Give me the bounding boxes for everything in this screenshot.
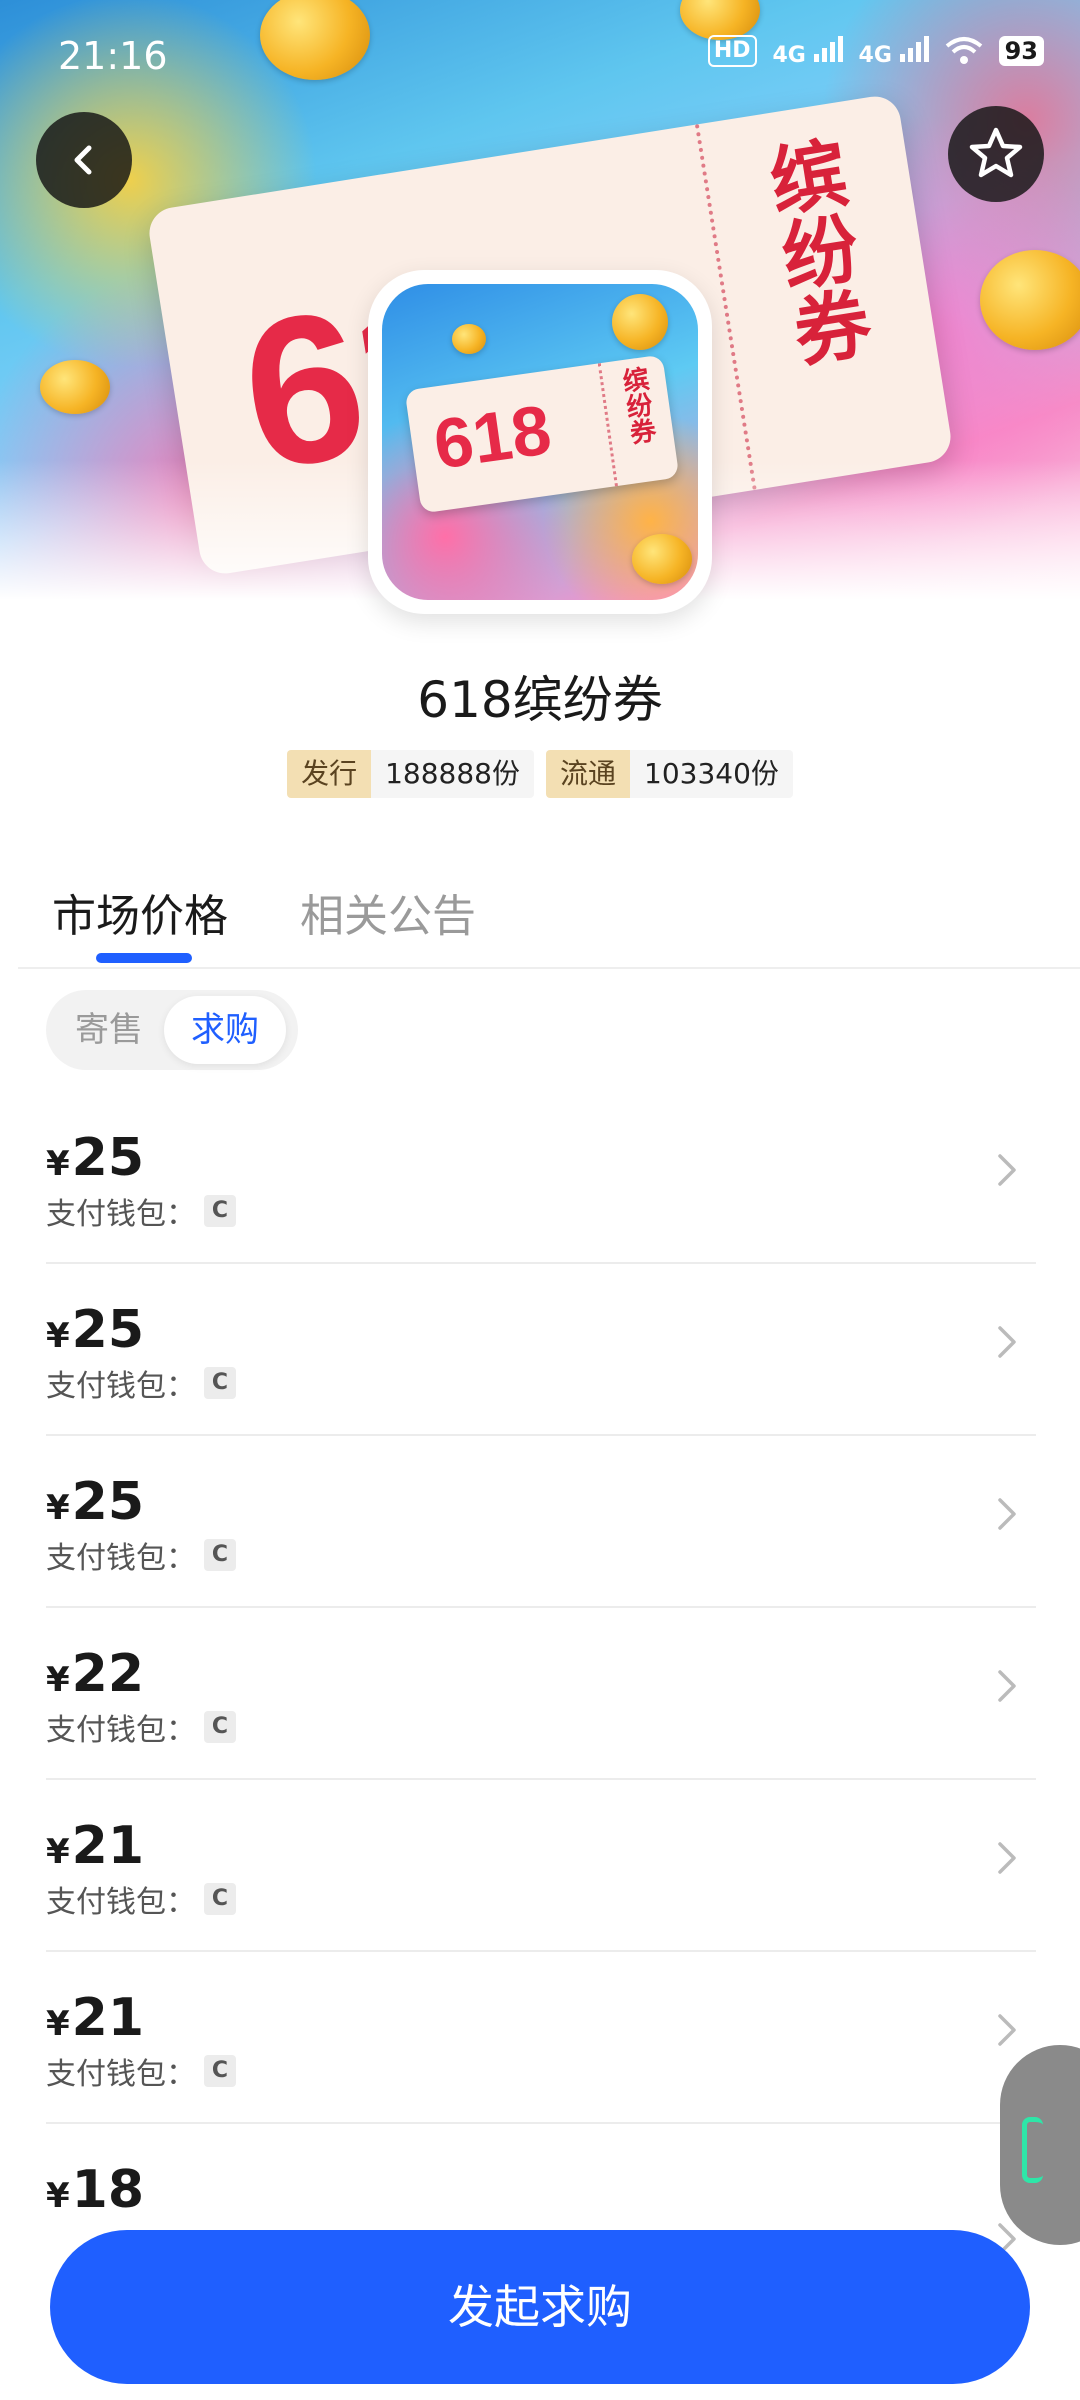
signal-4g-icon: 4G <box>773 34 843 68</box>
status-time: 21:16 <box>58 34 168 78</box>
signal-4g-icon: 4G <box>859 34 929 68</box>
battery-icon: 93 <box>998 36 1044 66</box>
wallet-chip: C <box>204 2055 236 2087</box>
price-value: 21 <box>71 1988 145 2048</box>
list-item[interactable]: ¥25 支付钱包： C <box>46 1436 1036 1608</box>
product-title: 618缤纷券 <box>417 671 663 729</box>
hd-icon: HD <box>707 35 757 67</box>
price-value: 18 <box>71 2160 145 2220</box>
wallet-info: 支付钱包： C <box>46 1705 236 1749</box>
price: ¥18 <box>46 2160 144 2220</box>
currency-symbol: ¥ <box>46 1660 70 1700</box>
price: ¥25 <box>46 1128 144 1188</box>
wallet-info: 支付钱包： C <box>46 1877 236 1921</box>
tabs-divider <box>18 967 1080 969</box>
wallet-label: 支付钱包： <box>46 1885 196 1920</box>
chevron-right-icon <box>998 1498 1016 1530</box>
hero-ticket-stub-text: 缤纷券 <box>751 132 876 372</box>
currency-symbol: ¥ <box>46 2176 70 2216</box>
chevron-right-icon <box>998 1670 1016 1702</box>
logo-ticket-stub-text: 缤纷券 <box>616 364 658 447</box>
product-badges: 发行 188888份 流通 103340份 <box>0 750 1080 798</box>
currency-symbol: ¥ <box>46 1488 70 1528</box>
wallet-info: 支付钱包： C <box>46 1189 236 1233</box>
wifi-icon <box>945 37 982 64</box>
wallet-label: 支付钱包： <box>46 1197 196 1232</box>
list-item[interactable]: ¥25 支付钱包： C <box>46 1092 1036 1264</box>
list-item[interactable]: ¥22 支付钱包： C <box>46 1608 1036 1780</box>
coin-decoration <box>260 0 370 80</box>
price-value: 25 <box>71 1472 145 1532</box>
product-logo-image: 618 缤纷券 <box>382 284 698 600</box>
tab-announcements[interactable]: 相关公告 <box>300 880 476 942</box>
circulation-badge: 流通 103340份 <box>546 750 793 798</box>
star-outline-icon <box>969 127 1023 178</box>
hero-ticket-stub: 缤纷券 <box>694 92 955 491</box>
list-item[interactable]: ¥21 支付钱包： C <box>46 1780 1036 1952</box>
badge-key: 发行 <box>287 750 372 798</box>
price: ¥25 <box>46 1300 144 1360</box>
wallet-label: 支付钱包： <box>46 2057 196 2092</box>
network-type-label: 4G <box>858 43 892 68</box>
currency-symbol: ¥ <box>46 1144 70 1184</box>
price: ¥21 <box>46 1988 144 2048</box>
price: ¥22 <box>46 1644 144 1704</box>
wallet-chip: C <box>204 1539 236 1571</box>
list-item[interactable]: ¥21 支付钱包： C <box>46 1952 1036 2124</box>
badge-value: 103340份 <box>630 750 793 798</box>
currency-symbol: ¥ <box>46 1832 70 1872</box>
price-value: 25 <box>71 1128 145 1188</box>
network-type-label: 4G <box>772 43 806 68</box>
wallet-label: 支付钱包： <box>46 1369 196 1404</box>
wallet-chip: C <box>204 1883 236 1915</box>
product-logo: 618 缤纷券 <box>368 270 712 614</box>
price-value: 21 <box>71 1816 145 1876</box>
chevron-right-icon <box>998 1842 1016 1874</box>
price-value: 25 <box>71 1300 145 1360</box>
chevron-right-icon <box>998 2014 1016 2046</box>
wallet-chip: C <box>204 1195 236 1227</box>
coin-decoration <box>980 250 1080 350</box>
logo-ticket: 618 缤纷券 <box>404 354 680 514</box>
tab-active-indicator <box>96 953 192 963</box>
segment-consignment[interactable]: 寄售 <box>46 990 172 1070</box>
wallet-label: 支付钱包： <box>46 1713 196 1748</box>
chevron-right-icon <box>998 1326 1016 1358</box>
price-list: ¥25 支付钱包： C ¥25 支付钱包： C ¥25 支付钱包： C ¥22 支付钱… <box>46 1092 1036 2294</box>
list-item[interactable]: ¥25 支付钱包： C <box>46 1264 1036 1436</box>
wallet-chip: C <box>204 1367 236 1399</box>
price: ¥21 <box>46 1816 144 1876</box>
back-arrow-icon <box>74 145 92 175</box>
tab-bar: 市场价格 相关公告 <box>52 880 476 942</box>
floating-assistant-handle[interactable] <box>1000 2045 1080 2245</box>
status-icons: HD 4G 4G 93 <box>707 34 1044 68</box>
wallet-info: 支付钱包： C <box>46 2049 236 2093</box>
tab-market-price[interactable]: 市场价格 <box>52 880 228 942</box>
favorite-button[interactable] <box>948 106 1044 202</box>
back-button[interactable] <box>36 112 132 208</box>
currency-symbol: ¥ <box>46 1316 70 1356</box>
currency-symbol: ¥ <box>46 2004 70 2044</box>
issue-badge: 发行 188888份 <box>287 750 534 798</box>
segment-buy-request[interactable]: 求购 <box>164 996 286 1064</box>
initiate-buy-request-button[interactable]: 发起求购 <box>50 2230 1030 2384</box>
wallet-label: 支付钱包： <box>46 1541 196 1576</box>
badge-value: 188888份 <box>371 750 534 798</box>
price: ¥25 <box>46 1472 144 1532</box>
coin-decoration <box>40 360 110 414</box>
wallet-chip: C <box>204 1711 236 1743</box>
badge-key: 流通 <box>546 750 631 798</box>
price-value: 22 <box>71 1644 145 1704</box>
wallet-info: 支付钱包： C <box>46 1533 236 1577</box>
chevron-right-icon <box>998 1154 1016 1186</box>
listing-type-toggle: 寄售 求购 <box>46 990 298 1070</box>
wallet-info: 支付钱包： C <box>46 1361 236 1405</box>
logo-ticket-number: 618 <box>429 390 556 484</box>
